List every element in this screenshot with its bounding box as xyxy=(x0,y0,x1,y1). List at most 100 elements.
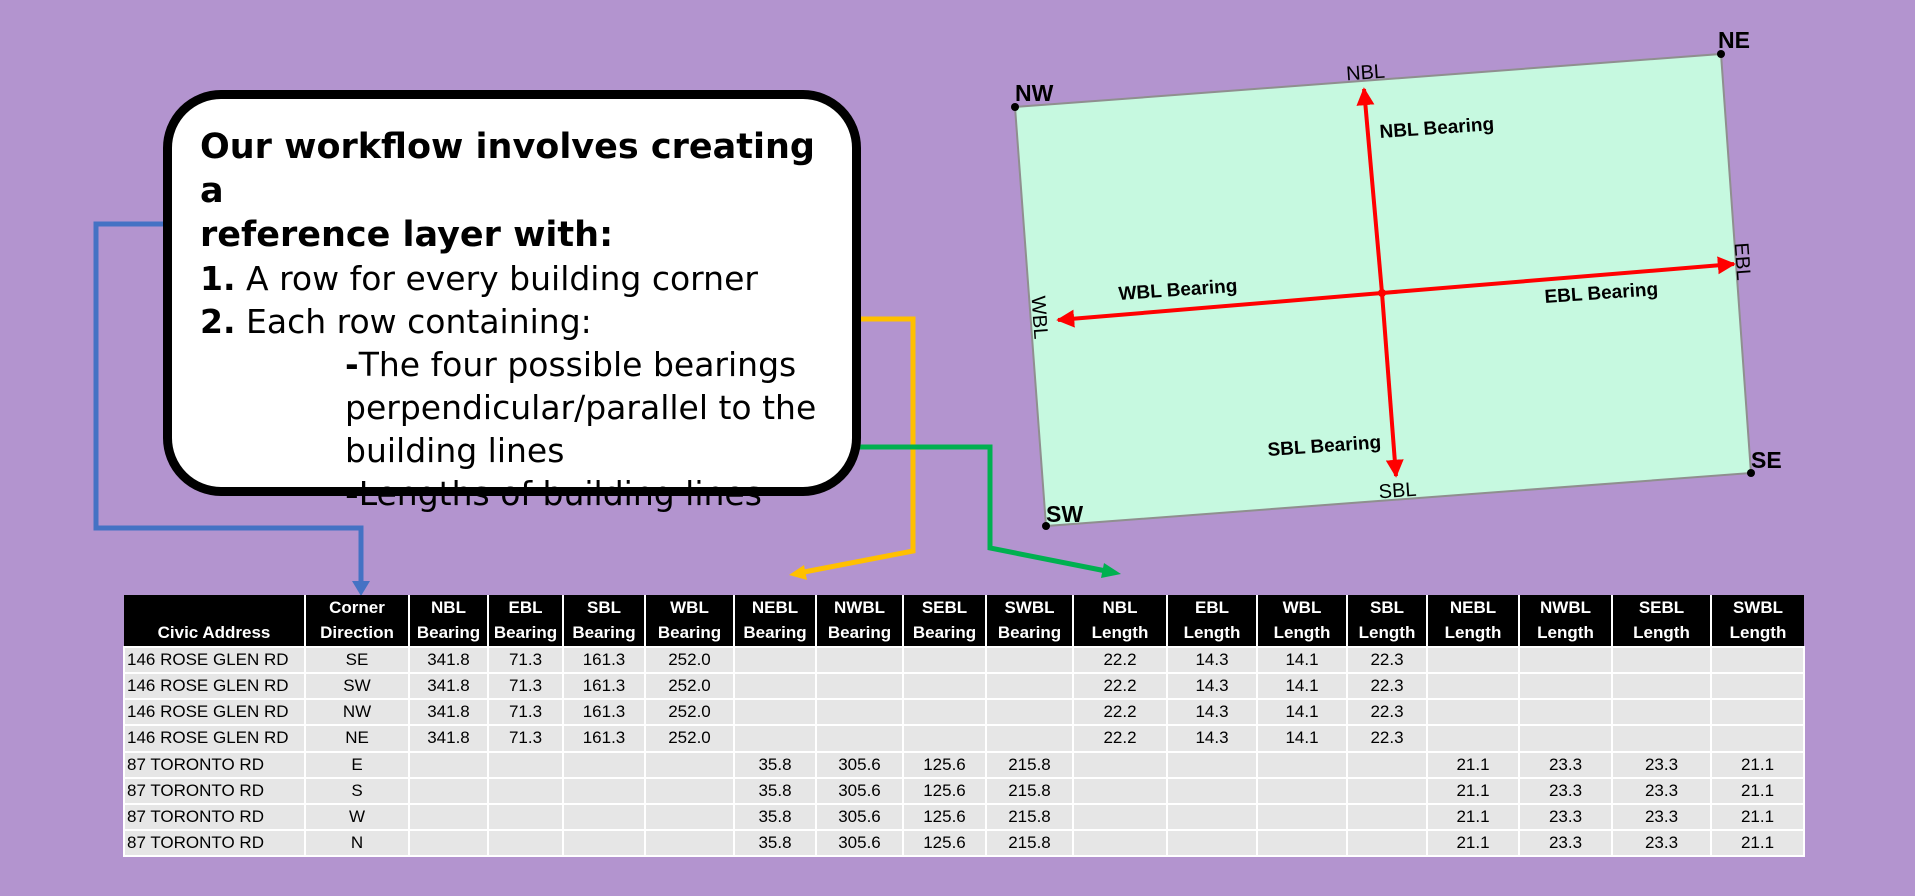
table-cell: 87 TORONTO RD xyxy=(123,776,306,805)
table-cell xyxy=(1426,698,1520,727)
table-cell xyxy=(1518,672,1613,701)
column-header-line2: Bearing xyxy=(997,623,1062,642)
table-cell: 23.3 xyxy=(1611,802,1712,831)
table-row: 146 ROSE GLEN RD SW 341.8 71.3 161.3 252.0 22.… xyxy=(123,672,1805,701)
table-cell xyxy=(562,802,646,831)
table-cell: 22.2 xyxy=(1072,645,1168,675)
table-cell: SE xyxy=(304,645,410,675)
table-row: 87 TORONTO RD W 35.8 305.6 125.6 215.8 21.1 23.… xyxy=(123,802,1805,831)
table-cell: 14.3 xyxy=(1166,698,1258,727)
column-header: EBL Length xyxy=(1166,595,1257,647)
table-cell: 21.1 xyxy=(1426,776,1520,805)
column-header: SEBL Bearing xyxy=(902,595,986,647)
table-cell xyxy=(644,828,735,858)
table-cell: SW xyxy=(304,672,410,701)
column-header-line2: Length xyxy=(1091,623,1149,642)
table-cell: 125.6 xyxy=(902,750,987,779)
table-cell: 71.3 xyxy=(487,698,564,727)
table-cell: 305.6 xyxy=(815,828,904,858)
table-cell xyxy=(1072,750,1168,779)
column-header-line1: NWBL xyxy=(1540,598,1591,617)
table-cell: 35.8 xyxy=(733,750,817,779)
column-header-line1: WBL xyxy=(1282,598,1322,617)
table-cell xyxy=(815,698,904,727)
table-cell xyxy=(1256,776,1348,805)
table-cell: 21.1 xyxy=(1426,750,1520,779)
table-cell: 14.1 xyxy=(1256,724,1348,753)
table-cell: 22.3 xyxy=(1346,698,1428,727)
table-cell xyxy=(1256,828,1348,858)
table-row: 87 TORONTO RD S 35.8 305.6 125.6 215.8 21.1 23.… xyxy=(123,776,1805,805)
table-cell: 21.1 xyxy=(1710,776,1805,805)
column-header-line1: NBL xyxy=(1102,598,1138,617)
table-cell: 146 ROSE GLEN RD xyxy=(123,672,306,701)
column-header: Corner Direction xyxy=(304,595,409,647)
column-header-line1: NEBL xyxy=(751,598,799,617)
table-cell xyxy=(1611,645,1712,675)
column-header-line2: Length xyxy=(1183,623,1241,642)
table-cell xyxy=(1426,724,1520,753)
table-cell xyxy=(1518,724,1613,753)
column-header-line2: Length xyxy=(1273,623,1331,642)
table-cell xyxy=(985,672,1074,701)
table-cell xyxy=(487,776,564,805)
table-cell: 21.1 xyxy=(1710,828,1805,858)
column-header-line2: Bearing xyxy=(657,623,722,642)
table-cell: 161.3 xyxy=(562,672,646,701)
table-cell xyxy=(902,672,987,701)
table-cell xyxy=(1256,802,1348,831)
table-cell xyxy=(1072,776,1168,805)
table-cell: 22.2 xyxy=(1072,724,1168,753)
table-cell: 22.2 xyxy=(1072,672,1168,701)
table-cell xyxy=(1346,750,1428,779)
table-cell xyxy=(1611,724,1712,753)
column-header-line2: Length xyxy=(1633,623,1690,642)
column-header-line1: WBL xyxy=(670,598,709,617)
table-cell xyxy=(1346,802,1428,831)
table-cell xyxy=(408,828,489,858)
table-cell: 252.0 xyxy=(644,698,735,727)
table-cell: 21.1 xyxy=(1426,802,1520,831)
column-header-line2: Bearing xyxy=(572,623,636,642)
table-cell: 215.8 xyxy=(985,802,1074,831)
table-cell: 35.8 xyxy=(733,802,817,831)
table-cell xyxy=(1710,698,1805,727)
table-cell: 341.8 xyxy=(408,724,489,753)
table-cell: 161.3 xyxy=(562,698,646,727)
table-cell: 161.3 xyxy=(562,724,646,753)
column-header: NWBL Length xyxy=(1518,595,1612,647)
table-cell: 35.8 xyxy=(733,828,817,858)
table-cell xyxy=(562,776,646,805)
table-cell xyxy=(408,750,489,779)
table-cell: 23.3 xyxy=(1518,828,1613,858)
table-cell: 14.1 xyxy=(1256,672,1348,701)
table-cell: 14.3 xyxy=(1166,724,1258,753)
table-cell xyxy=(487,828,564,858)
corner-label-se: SE xyxy=(1751,447,1782,473)
table-cell xyxy=(1166,802,1258,831)
table-cell: 22.3 xyxy=(1346,724,1428,753)
table-cell xyxy=(562,750,646,779)
table-cell: E xyxy=(304,750,410,779)
table-cell: 22.2 xyxy=(1072,698,1168,727)
table-cell xyxy=(1166,776,1258,805)
table-cell xyxy=(733,672,817,701)
table-cell: 125.6 xyxy=(902,776,987,805)
table-cell xyxy=(815,645,904,675)
table-cell: 252.0 xyxy=(644,672,735,701)
table-cell xyxy=(985,724,1074,753)
table-cell: 23.3 xyxy=(1518,802,1613,831)
table-cell xyxy=(487,750,564,779)
table-cell: 23.3 xyxy=(1518,750,1613,779)
table-row: 146 ROSE GLEN RD SE 341.8 71.3 161.3 252.0 22.… xyxy=(123,645,1805,675)
column-header: NBL Bearing xyxy=(408,595,488,647)
table-cell: 341.8 xyxy=(408,672,489,701)
table-cell xyxy=(1611,672,1712,701)
column-header: NEBL Length xyxy=(1426,595,1519,647)
table-cell: 215.8 xyxy=(985,828,1074,858)
table-cell: NE xyxy=(304,724,410,753)
table-row: 146 ROSE GLEN RD NE 341.8 71.3 161.3 252.0 22.… xyxy=(123,724,1805,753)
column-header-line1: NBL xyxy=(431,598,466,617)
table-cell xyxy=(902,645,987,675)
table-body: 146 ROSE GLEN RD SE 341.8 71.3 161.3 252.0 22.… xyxy=(123,645,1805,858)
